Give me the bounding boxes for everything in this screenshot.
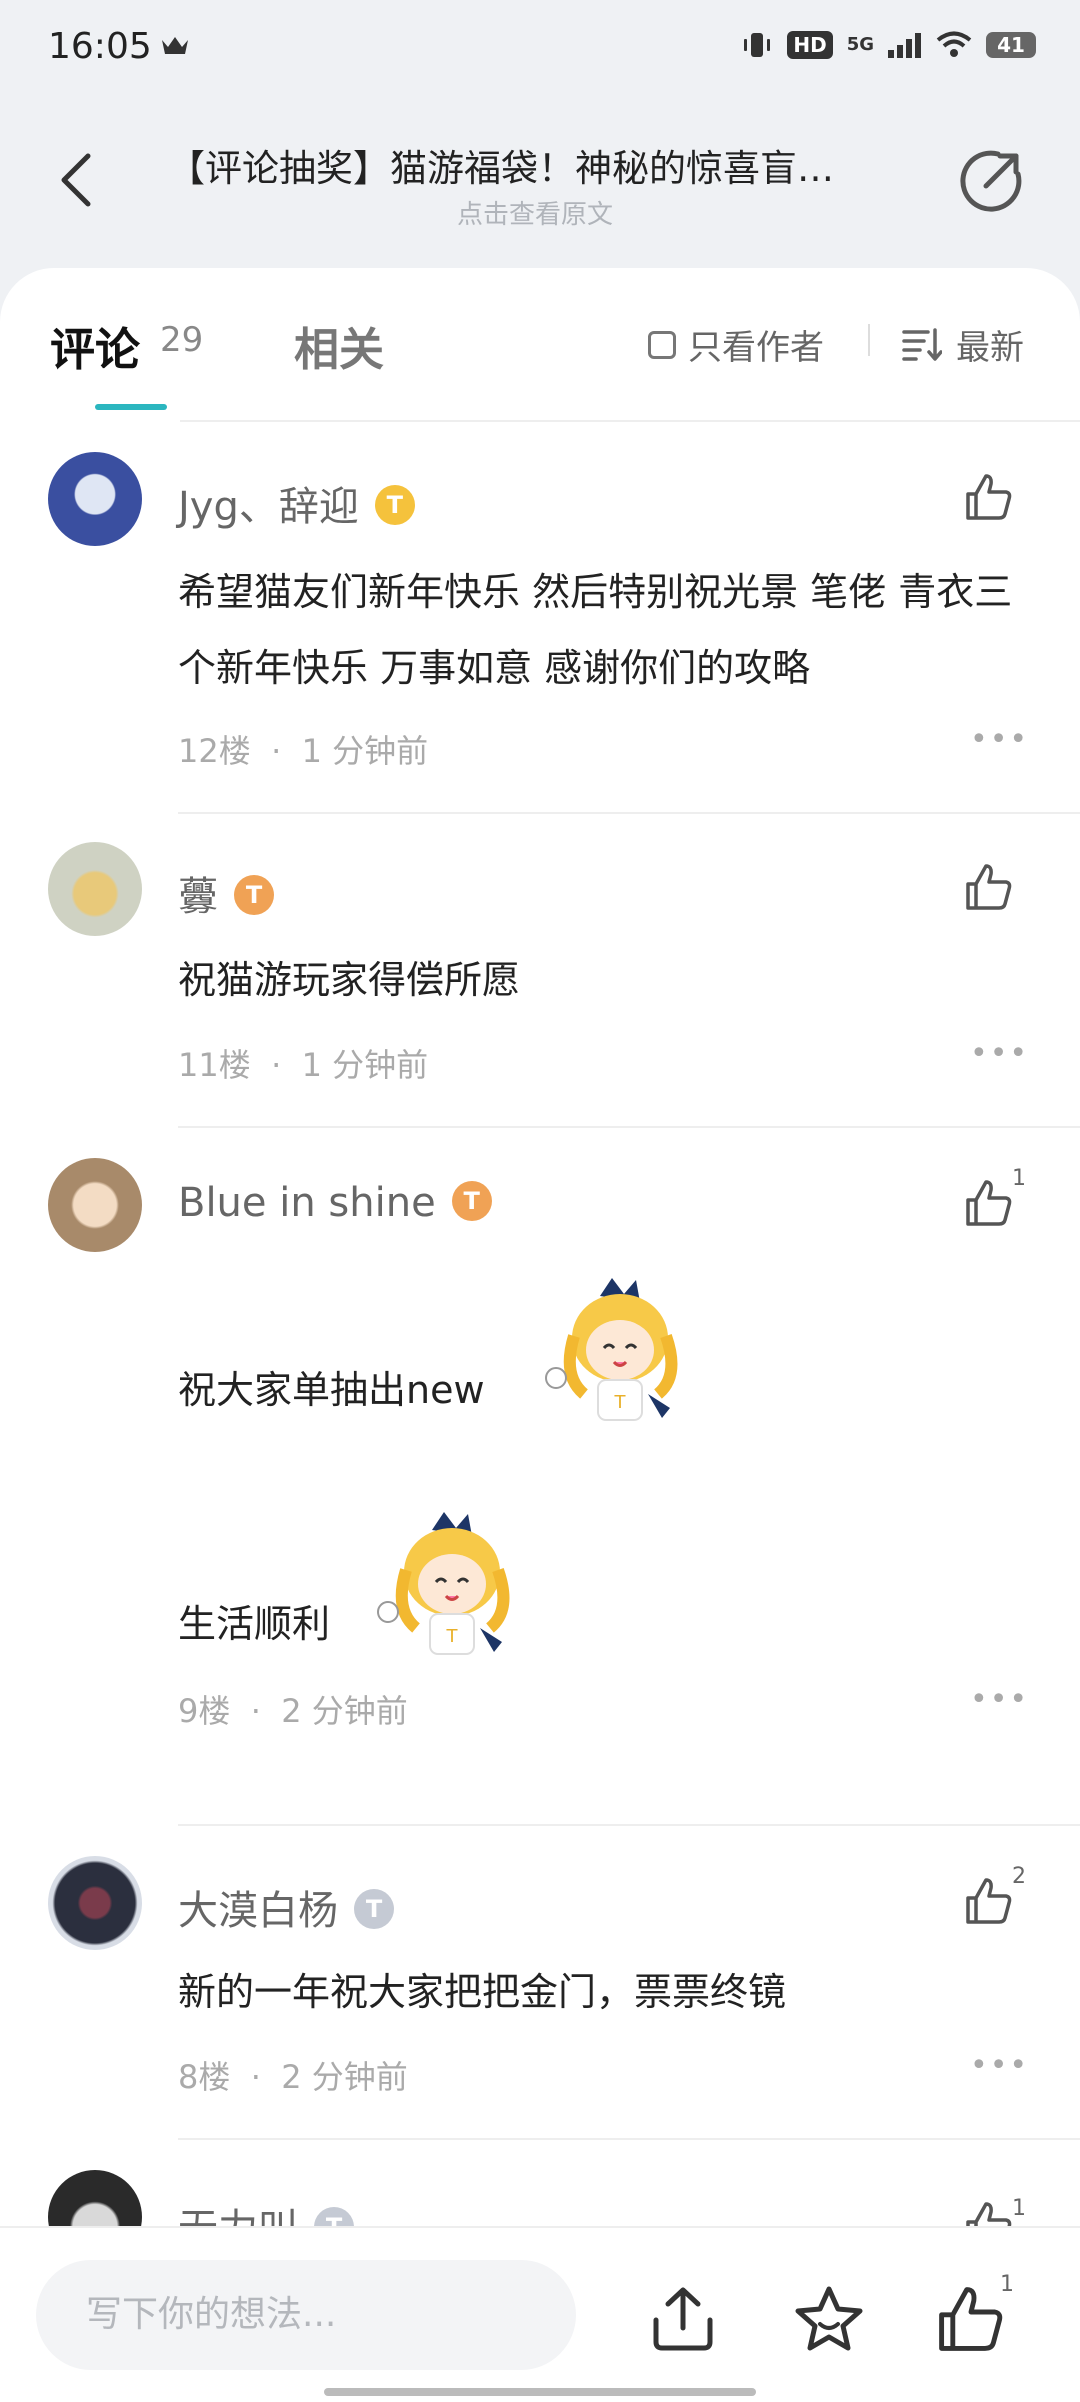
author-only-toggle[interactable]: 只看作者 bbox=[648, 320, 824, 369]
comment-item[interactable]: 虋T 祝猫游玩家得偿所愿 11楼 · 1 分钟前 ••• bbox=[0, 842, 1080, 1112]
sticker-image: T bbox=[377, 1512, 510, 1655]
bottom-action-bar: 写下你的想法... 1 bbox=[0, 2226, 1080, 2402]
sort-icon bbox=[902, 327, 942, 361]
avatar[interactable] bbox=[48, 1158, 142, 1252]
level-badge: T bbox=[354, 1889, 394, 1929]
sticker-image: T bbox=[545, 1278, 678, 1421]
like-count: 1 bbox=[1000, 2272, 1014, 2297]
comment-text: 希望猫友们新年快乐 然后特别祝光景 笔佬 青衣三个新年快乐 万事如意 感谢你们的… bbox=[178, 570, 1013, 690]
tab-separator bbox=[868, 324, 870, 356]
more-options-icon[interactable]: ••• bbox=[970, 722, 1029, 757]
comment-author[interactable]: 虋T bbox=[178, 864, 274, 922]
comment-meta: 9楼 · 2 分钟前 bbox=[178, 1692, 408, 1730]
floor-number: 11楼 bbox=[178, 1046, 251, 1084]
divider bbox=[178, 1126, 1080, 1128]
comment-time: 1 分钟前 bbox=[301, 1046, 429, 1084]
active-tab-indicator bbox=[95, 404, 167, 410]
author-name: Blue in shine bbox=[178, 1180, 436, 1226]
tab-bar: 评论 29 相关 只看作者 最新 bbox=[0, 268, 1080, 422]
like-count: 1 bbox=[1012, 2196, 1026, 2221]
comment-item[interactable]: 无力叫 T 1 bbox=[0, 2170, 1080, 2226]
floor-number: 9楼 bbox=[178, 1692, 231, 1730]
svg-text:T: T bbox=[446, 1626, 459, 1647]
thumbs-up-icon[interactable] bbox=[936, 2284, 1006, 2354]
more-options-icon[interactable]: ••• bbox=[970, 1682, 1029, 1717]
author-name: Jyg、辞迎 bbox=[178, 484, 359, 530]
divider bbox=[178, 1824, 1080, 1826]
avatar[interactable] bbox=[48, 2170, 142, 2226]
comment-text: 新的一年祝大家把把金门，票票终镜 bbox=[178, 1970, 787, 2014]
view-original-link[interactable]: 点击查看原文 bbox=[0, 194, 1070, 231]
wifi-icon bbox=[936, 31, 972, 57]
author-name: 大漠白杨 bbox=[178, 1888, 338, 1934]
divider bbox=[178, 2138, 1080, 2140]
home-indicator[interactable] bbox=[324, 2388, 756, 2396]
comment-author[interactable]: 无力叫 T bbox=[178, 2196, 354, 2226]
thumbs-up-icon[interactable] bbox=[964, 472, 1014, 522]
like-count: 2 bbox=[1012, 1864, 1026, 1889]
sort-label: 最新 bbox=[956, 328, 1024, 368]
share-upload-icon[interactable] bbox=[648, 2284, 718, 2354]
battery-indicator: 41 bbox=[986, 32, 1036, 58]
status-bar: 16:05 HD 5G 41 bbox=[0, 0, 1080, 100]
comment-author[interactable]: Jyg、辞迎 T bbox=[178, 474, 415, 532]
comment-meta: 11楼 · 1 分钟前 bbox=[178, 1046, 429, 1084]
network-type: 5G bbox=[846, 34, 874, 55]
sort-button[interactable]: 最新 bbox=[902, 320, 1024, 369]
tab-comments[interactable]: 评论 bbox=[50, 313, 140, 378]
divider bbox=[178, 812, 1080, 814]
comment-meta: 8楼 · 2 分钟前 bbox=[178, 2058, 408, 2096]
thumbs-up-icon[interactable] bbox=[964, 862, 1014, 912]
thumbs-up-icon[interactable] bbox=[964, 1178, 1014, 1228]
comment-time: 2 分钟前 bbox=[281, 2058, 408, 2096]
hd-badge: HD bbox=[787, 31, 833, 59]
avatar[interactable] bbox=[48, 842, 142, 936]
thumbs-up-icon[interactable] bbox=[964, 1876, 1014, 1926]
comment-input[interactable]: 写下你的想法... bbox=[36, 2260, 576, 2370]
avatar[interactable] bbox=[48, 1856, 142, 1950]
author-name: 无力叫 bbox=[178, 2206, 298, 2226]
comment-meta: 12楼 · 1 分钟前 bbox=[178, 732, 429, 770]
author-only-label: 只看作者 bbox=[688, 328, 824, 368]
vibrate-icon bbox=[744, 33, 771, 57]
divider bbox=[180, 420, 1080, 422]
level-badge: T bbox=[374, 485, 415, 525]
signal-icon bbox=[888, 33, 921, 58]
status-indicators: HD 5G 41 bbox=[741, 30, 1036, 60]
floor-number: 12楼 bbox=[178, 732, 251, 770]
level-badge: T bbox=[234, 875, 274, 915]
author-only-checkbox[interactable] bbox=[648, 330, 676, 359]
comment-text: 祝猫游玩家得偿所愿 bbox=[178, 958, 521, 1002]
avatar[interactable] bbox=[48, 452, 142, 546]
more-options-icon[interactable]: ••• bbox=[970, 1036, 1029, 1071]
level-badge: T bbox=[314, 2207, 354, 2226]
article-title[interactable]: 【评论抽奖】猫游福袋！神秘的惊喜盲… bbox=[168, 138, 918, 192]
crown-icon bbox=[162, 37, 188, 54]
comment-text: 祝大家单抽出new bbox=[178, 1368, 485, 1412]
tab-related[interactable]: 相关 bbox=[294, 313, 384, 378]
floor-number: 8楼 bbox=[178, 2058, 231, 2096]
comment-text: 生活顺利 bbox=[178, 1602, 331, 1646]
comment-author[interactable]: Blue in shine T bbox=[178, 1180, 492, 1226]
comment-item[interactable]: Jyg、辞迎 T 希望猫友们新年快乐 然后特别祝光景 笔佬 青衣三个新年快乐 万事… bbox=[0, 452, 1080, 808]
comment-time: 1 分钟前 bbox=[301, 732, 429, 770]
favorite-star-icon[interactable] bbox=[794, 2284, 864, 2354]
svg-text:T: T bbox=[614, 1392, 627, 1413]
comment-item[interactable]: 大漠白杨 T 2 新的一年祝大家把把金门，票票终镜 8楼 · 2 分钟前 ••• bbox=[0, 1856, 1080, 2116]
comments-count: 29 bbox=[160, 320, 204, 360]
status-time: 16:05 bbox=[48, 26, 152, 67]
share-icon[interactable] bbox=[958, 148, 1024, 214]
comment-time: 2 分钟前 bbox=[281, 1692, 408, 1730]
level-badge: T bbox=[451, 1181, 492, 1221]
thumbs-up-icon[interactable] bbox=[964, 2200, 1014, 2226]
like-count: 1 bbox=[1012, 1166, 1026, 1191]
author-name: 虋 bbox=[178, 874, 218, 920]
comment-item[interactable]: Blue in shine T 1 T 祝大家单抽出new T 生活顺利 9楼 ·… bbox=[0, 1158, 1080, 1814]
comment-author[interactable]: 大漠白杨 T bbox=[178, 1878, 394, 1936]
more-options-icon[interactable]: ••• bbox=[970, 2048, 1029, 2083]
